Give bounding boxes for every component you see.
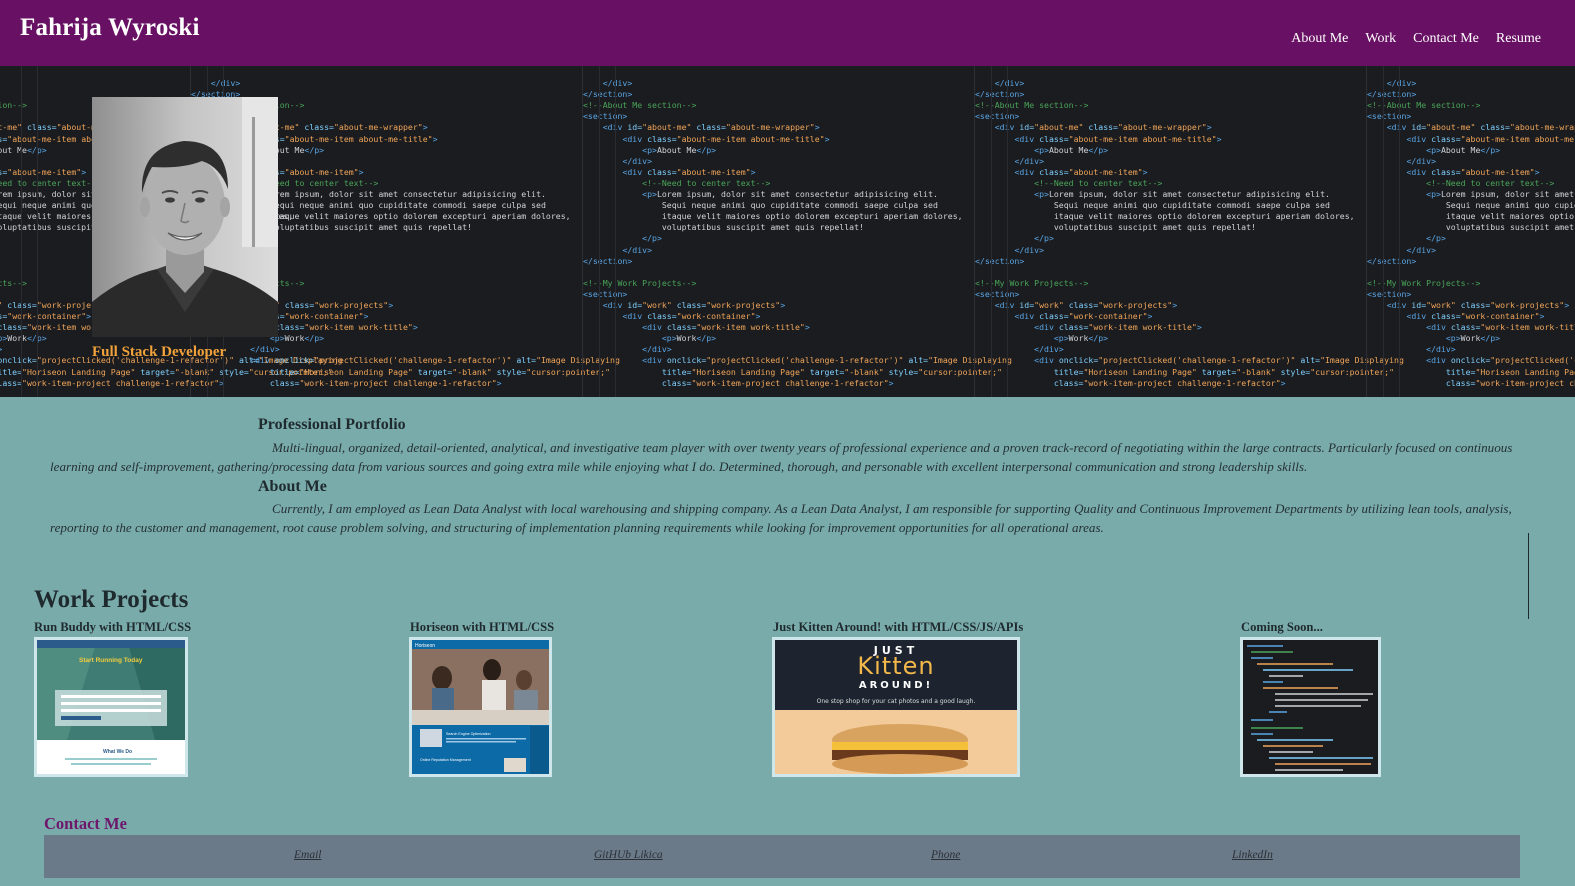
project-title-run-buddy: Run Buddy with HTML/CSS: [34, 620, 192, 634]
contact-heading: Contact Me: [44, 814, 127, 833]
contact-bar: Email GitHUb Likica Phone LinkedIn: [44, 835, 1520, 878]
about-text: Currently, I am employed as Lean Data An…: [50, 501, 1512, 535]
thumb-kitten-around: AROUND!: [859, 680, 933, 691]
nav-about-me[interactable]: About Me: [1291, 31, 1348, 47]
work-heading: Work Projects: [34, 586, 189, 613]
contact-link-email[interactable]: Email: [294, 849, 321, 861]
thumb-horiseon-brand: Horiseon: [415, 643, 435, 649]
project-thumbnail-just-kitten-around[interactable]: JUST Kitten AROUND! One stop shop for yo…: [772, 637, 1020, 777]
profile-photo: [92, 97, 278, 337]
project-title-coming-soon: Coming Soon...: [1241, 620, 1323, 634]
portfolio-text: Multi-lingual, organized, detail-oriente…: [50, 440, 1513, 474]
nav-contact-me[interactable]: Contact Me: [1413, 31, 1479, 47]
contact-link-phone[interactable]: Phone: [931, 849, 960, 861]
site-title: Fahrija Wyroski: [20, 14, 200, 41]
role-title: Full Stack Developer: [92, 344, 227, 360]
about-heading: About Me: [258, 478, 327, 495]
main-nav: About Me Work Contact Me Resume: [1291, 31, 1541, 47]
thumb-horiseon-orm: Online Reputation Management: [420, 758, 471, 762]
portfolio-heading: Professional Portfolio: [258, 416, 406, 433]
project-thumbnail-coming-soon[interactable]: [1240, 637, 1381, 777]
code-background-image: </div> </section> <!--About Me section--…: [1366, 66, 1575, 397]
divider-line: [1528, 533, 1529, 619]
thumb-run-buddy-section: What We Do: [103, 749, 132, 755]
project-title-horiseon: Horiseon with HTML/CSS: [410, 620, 555, 634]
site-header: Fahrija Wyroski About Me Work Contact Me…: [0, 0, 1575, 66]
project-thumbnail-horiseon[interactable]: Horiseon Search Engine Optimization Onli…: [409, 637, 552, 777]
code-background-image: </div> </section> <!--About Me section--…: [974, 66, 1404, 397]
nav-work[interactable]: Work: [1365, 31, 1396, 47]
project-title-just-kitten-around: Just Kitten Around! with HTML/CSS/JS/API…: [773, 620, 1024, 634]
hero-code-banner: </div> </section> <!--About Me section--…: [0, 66, 1575, 397]
nav-resume[interactable]: Resume: [1496, 31, 1541, 47]
thumb-kitten-tagline: One stop shop for your cat photos and a …: [817, 698, 976, 705]
project-thumbnail-run-buddy[interactable]: Start Running Today What We Do: [34, 637, 188, 777]
thumb-run-buddy-headline: Start Running Today: [79, 657, 143, 664]
contact-link-linkedin[interactable]: LinkedIn: [1232, 849, 1273, 861]
thumb-kitten-kitten: Kitten: [857, 652, 934, 680]
code-background-image: </div> </section> <!--About Me section--…: [582, 66, 1012, 397]
thumb-horiseon-seo: Search Engine Optimization: [446, 732, 491, 736]
contact-link-github[interactable]: GitHUb Likica: [594, 849, 663, 861]
